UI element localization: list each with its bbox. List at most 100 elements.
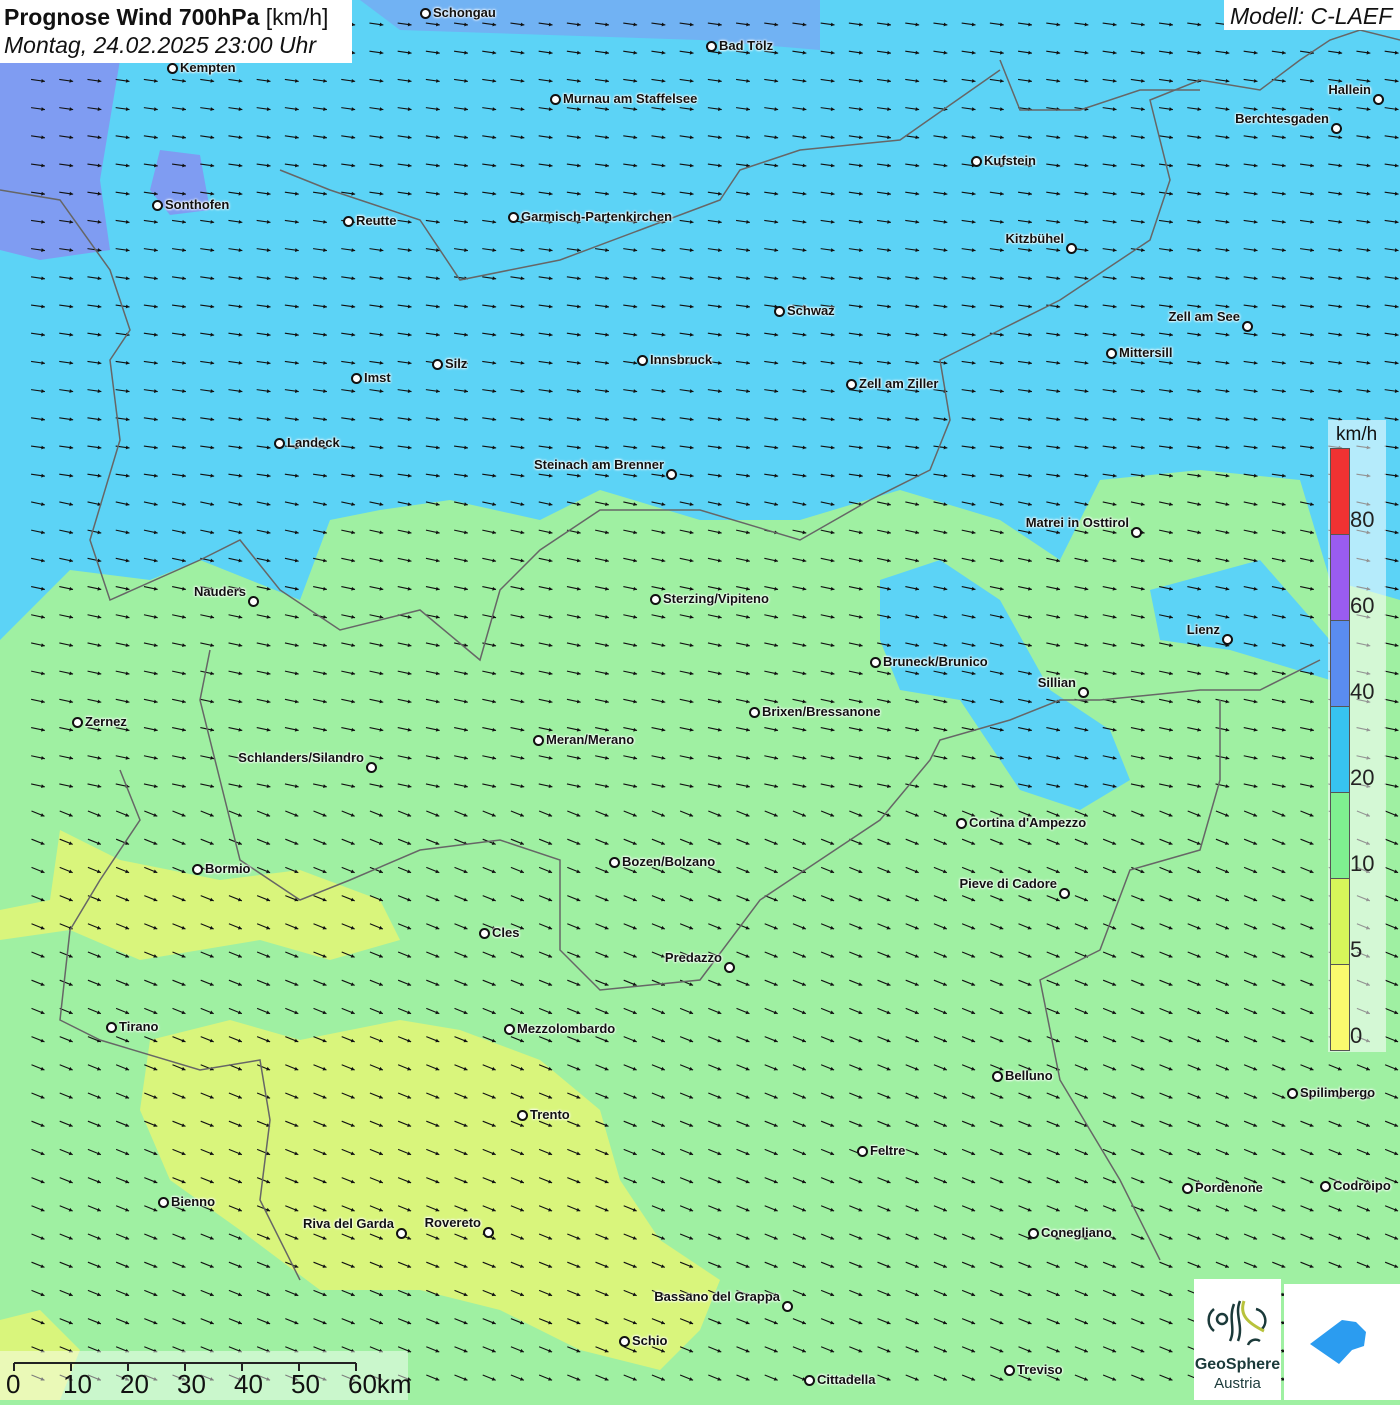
city-label: Pieve di Cadore [959,876,1057,891]
legend-color-4 [1330,792,1350,879]
legend-color-3 [1330,706,1350,793]
color-legend: km/h 80 60 40 20 10 5 0 [1328,420,1386,1052]
city-marker [1066,243,1077,254]
city-label: Zell am See [1168,309,1240,324]
city-marker [1287,1088,1298,1099]
logo-text-geosphere: GeoSphere [1194,1356,1281,1373]
city-label: Cortina d'Ampezzo [969,815,1087,830]
city-marker [533,735,544,746]
legend-label: 80 [1350,507,1375,532]
city-label: Conegliano [1041,1225,1112,1240]
city-label: Rovereto [424,1215,481,1230]
model-label: Modell: C-LAEF [1224,0,1400,30]
city-label: Landeck [287,435,340,450]
city-marker [1182,1183,1193,1194]
legend-color-0 [1330,448,1350,535]
city-marker [167,63,178,74]
city-marker [1106,348,1117,359]
city-label: Predazzo [664,950,722,965]
city-marker [724,962,735,973]
city-label: Garmisch-Partenkirchen [521,209,673,224]
city-label: Schwaz [787,303,835,318]
city-marker [637,355,648,366]
city-marker [857,1146,868,1157]
city-marker [396,1228,407,1239]
city-marker [774,306,785,317]
legend-label: 5 [1350,937,1363,962]
city-marker [650,594,661,605]
city-marker [274,438,285,449]
logo-text-austria: Austria [1214,1375,1261,1392]
geosphere-emblem-icon [1207,1300,1267,1346]
city-marker [1242,321,1253,332]
city-marker [1320,1181,1331,1192]
city-marker [192,864,203,875]
city-label: Kitzbühel [1005,231,1065,246]
legend-label: 0 [1350,1023,1363,1048]
title-box: Prognose Wind 700hPa [km/h] Montag, 24.0… [0,0,352,63]
city-marker [550,94,561,105]
legend-label: 40 [1350,679,1375,704]
city-label: Imst [364,370,391,385]
city-label: Brixen/Bressanone [762,704,881,719]
scale-label: 0 [6,1369,21,1399]
city-label: Zernez [85,714,127,729]
city-marker [420,8,431,19]
city-marker [992,1071,1003,1082]
city-label: Mezzolombardo [517,1021,616,1036]
city-label: Pordenone [1195,1180,1263,1195]
city-label: Sillian [1037,675,1076,690]
legend-label: 60 [1350,593,1375,618]
city-marker [971,156,982,167]
city-label: Lienz [1186,622,1220,637]
legend-label: 10 [1350,851,1375,876]
city-marker [351,373,362,384]
city-label: Reutte [356,213,397,228]
city-marker [106,1022,117,1033]
city-marker [782,1301,793,1312]
city-marker [666,469,677,480]
city-label: Nauders [193,584,246,599]
city-label: Kempten [180,60,236,75]
city-marker [1028,1228,1039,1239]
city-label: Trento [530,1107,570,1122]
city-marker [749,707,760,718]
geosphere-austria-logo: GeoSphere Austria [1194,1279,1281,1400]
forecast-datetime: Montag, 24.02.2025 23:00 Uhr [4,32,317,58]
city-label: Bad Tölz [719,38,774,53]
city-marker [804,1375,815,1386]
city-label: Riva del Garda [302,1216,394,1231]
city-label: Schlanders/Silandro [238,750,364,765]
scale-label: 60km [348,1369,412,1399]
legend-color-1 [1330,534,1350,621]
city-marker [1059,888,1070,899]
city-marker [956,818,967,829]
city-marker [479,928,490,939]
city-marker [1078,687,1089,698]
scale-label: 30 [177,1369,206,1399]
city-marker [619,1336,630,1347]
city-label: Hallein [1328,82,1371,97]
city-label: Bassano del Grappa [654,1289,780,1304]
city-label: Mittersill [1119,345,1173,360]
city-marker [508,212,519,223]
city-marker [504,1024,515,1035]
city-marker [343,216,354,227]
city-marker [1131,527,1142,538]
mountain-cloud-icon [1310,1320,1366,1364]
city-label: Schio [632,1333,668,1348]
city-marker [517,1110,528,1121]
city-marker [366,762,377,773]
city-marker [706,41,717,52]
city-label: Berchtesgaden [1235,111,1329,126]
city-marker [72,717,83,728]
city-label: Schongau [433,5,496,20]
city-marker [152,200,163,211]
city-label: Codroipo [1333,1178,1391,1193]
city-marker [1222,634,1233,645]
city-marker [609,857,620,868]
city-label: Bormio [205,861,251,876]
scale-label: 20 [120,1369,149,1399]
map-title: Prognose Wind 700hPa [km/h] [4,3,348,31]
city-marker [1004,1365,1015,1376]
